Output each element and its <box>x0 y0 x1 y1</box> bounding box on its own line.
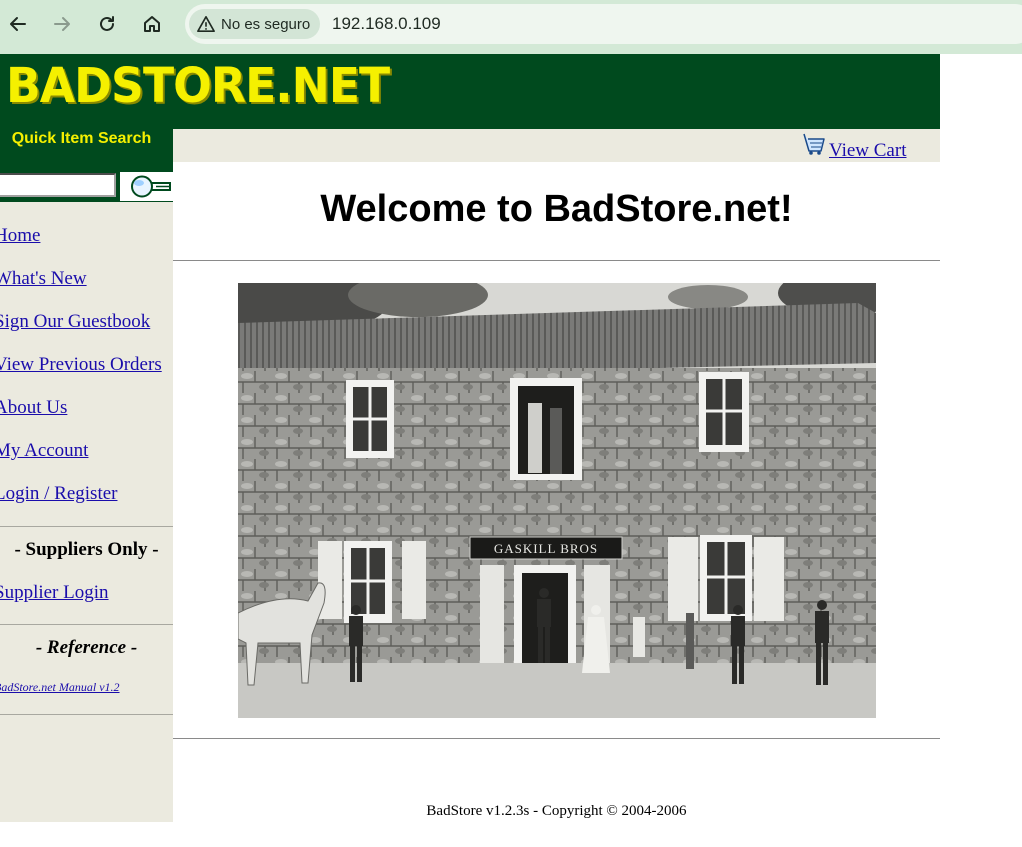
home-icon <box>144 16 160 32</box>
footer-copyright: BadStore v1.2.3s - Copyright © 2004-2006 <box>426 803 687 819</box>
sidebar-item-guestbook[interactable]: Sign Our Guestbook <box>0 311 150 333</box>
sidebar-item-whats-new[interactable]: What's New <box>0 268 87 290</box>
suppliers-heading: - Suppliers Only - <box>14 539 159 560</box>
url-text[interactable]: 192.168.0.109 <box>332 14 441 34</box>
cart-icon[interactable] <box>801 130 827 156</box>
manual-link[interactable]: BadStore.net Manual v1.2 <box>0 680 120 695</box>
sidebar-item-about-us[interactable]: About Us <box>0 397 67 419</box>
view-cart-link[interactable]: View Cart <box>829 140 906 162</box>
sidebar-divider <box>0 526 173 527</box>
search-button[interactable] <box>119 171 174 201</box>
sidebar-item-login-register[interactable]: Login / Register <box>0 483 117 505</box>
web-page: BADSTORE.NET Quick Item Search Home What… <box>0 54 940 822</box>
site-logo: BADSTORE.NET <box>6 58 390 114</box>
cart-bar: View Cart <box>173 129 940 162</box>
store-photo: GASKILL BROS <box>238 283 876 718</box>
address-bar[interactable]: No es seguro 192.168.0.109 <box>185 4 1022 44</box>
sidebar-divider <box>0 624 173 625</box>
site-banner: BADSTORE.NET <box>0 54 940 129</box>
search-input[interactable] <box>0 173 116 197</box>
sidebar-divider <box>0 714 173 715</box>
search-icon <box>120 172 174 201</box>
reference-heading: - Reference - <box>35 637 138 658</box>
sidebar-item-my-account[interactable]: My Account <box>0 440 88 462</box>
sidebar-item-previous-orders[interactable]: View Previous Orders <box>0 354 162 376</box>
content-divider <box>173 738 940 739</box>
page-title: Welcome to BadStore.net! <box>320 188 793 230</box>
content-divider <box>173 260 940 261</box>
browser-toolbar: No es seguro 192.168.0.109 <box>0 0 1022 54</box>
forward-button[interactable] <box>46 8 78 40</box>
quick-search-panel: Quick Item Search <box>0 129 174 202</box>
back-button[interactable] <box>2 8 34 40</box>
reload-icon <box>100 16 114 31</box>
security-label: No es seguro <box>221 15 311 33</box>
arrow-left-icon <box>10 17 26 31</box>
store-sign-text: GASKILL BROS <box>494 541 598 556</box>
reload-button[interactable] <box>91 8 123 40</box>
quick-search-title: Quick Item Search <box>11 130 152 147</box>
sidebar-item-home[interactable]: Home <box>0 225 40 247</box>
sidebar: Quick Item Search Home What's New Sign O… <box>0 129 174 822</box>
supplier-login-link[interactable]: Supplier Login <box>0 582 109 604</box>
arrow-right-icon <box>54 17 70 31</box>
home-button[interactable] <box>136 8 168 40</box>
warning-icon <box>197 15 215 33</box>
security-indicator[interactable]: No es seguro <box>189 9 321 39</box>
